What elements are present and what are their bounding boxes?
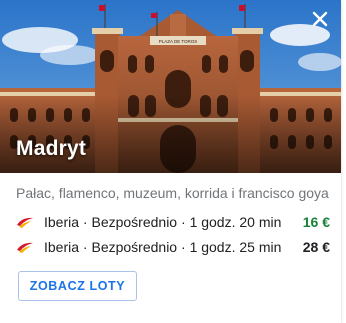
see-flights-button[interactable]: ZOBACZ LOTY <box>18 271 137 301</box>
flight-option[interactable]: Iberia · Bezpośrednio · 1 godz. 25 min 2… <box>16 237 330 257</box>
flight-airline: Iberia <box>44 239 80 255</box>
flight-separator: · <box>181 214 186 230</box>
destination-description: Pałac, flamenco, muzeum, korrida i franc… <box>16 185 329 201</box>
iberia-logo-icon <box>17 242 33 253</box>
flight-separator: · <box>82 239 88 255</box>
destination-photo: PLAZA DE TOROS Madryt <box>0 0 341 173</box>
close-icon <box>312 11 328 27</box>
iberia-logo-icon <box>17 217 33 228</box>
destination-city: Madryt <box>16 137 87 160</box>
flight-separator: · <box>82 214 88 230</box>
flight-duration: 1 godz. 20 min <box>189 214 282 230</box>
flight-type: Bezpośrednio <box>91 214 178 230</box>
flight-separator: · <box>181 239 186 255</box>
flight-option[interactable]: Iberia · Bezpośrednio · 1 godz. 20 min 1… <box>16 212 330 232</box>
flight-price: 16 € <box>302 214 330 230</box>
destination-card: PLAZA DE TOROS Madryt Pałac, flamenco, m… <box>0 0 341 323</box>
flight-duration: 1 godz. 25 min <box>189 239 282 255</box>
close-button[interactable] <box>307 6 333 32</box>
flight-price: 28 € <box>302 239 330 255</box>
flight-airline: Iberia <box>44 214 80 230</box>
flight-type: Bezpośrednio <box>91 239 178 255</box>
